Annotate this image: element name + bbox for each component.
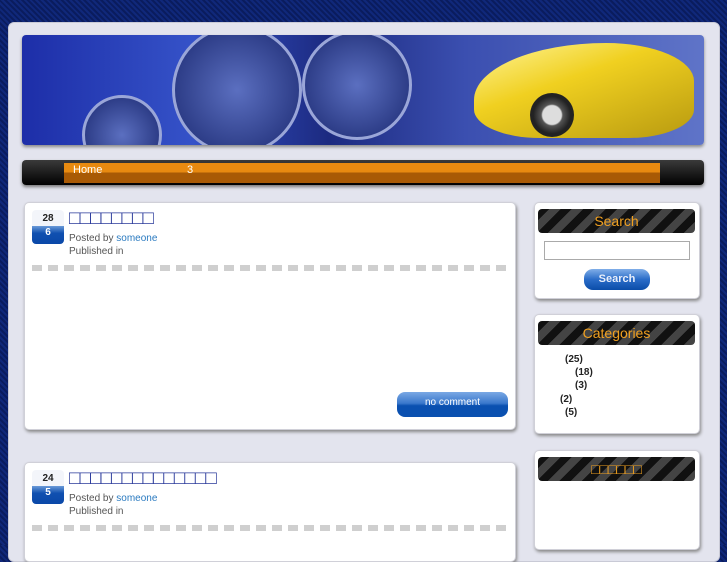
header-banner bbox=[22, 35, 704, 145]
category-count[interactable]: (18) bbox=[575, 367, 593, 378]
post-author-line: Posted by someone bbox=[69, 233, 157, 244]
published-in: Published in bbox=[69, 246, 124, 257]
category-count[interactable]: (25) bbox=[565, 354, 583, 365]
category-count[interactable]: (5) bbox=[565, 407, 577, 418]
post-date: 28 6 bbox=[32, 210, 64, 244]
post-title[interactable]: □□□□□□□□□□□□□□ bbox=[69, 468, 217, 490]
post: 28 6 □□□□□□□□ Posted by someone Published… bbox=[24, 202, 516, 430]
search-input[interactable] bbox=[544, 241, 690, 260]
no-comment-button[interactable]: no comment bbox=[397, 392, 508, 417]
post-author-line: Posted by someone bbox=[69, 493, 157, 504]
nav-bar bbox=[64, 163, 660, 183]
category-count[interactable]: (2) bbox=[560, 394, 572, 405]
car-image bbox=[474, 43, 694, 138]
author-link[interactable]: someone bbox=[116, 493, 157, 504]
posted-by-label: Posted by bbox=[69, 493, 114, 504]
nav-item-3[interactable]: 3 bbox=[187, 164, 193, 176]
category-count[interactable]: (3) bbox=[575, 380, 587, 391]
date-day: 28 bbox=[42, 213, 54, 224]
post-date: 24 5 bbox=[32, 470, 64, 504]
third-widget: □□□□□□ bbox=[534, 450, 700, 550]
post-title[interactable]: □□□□□□□□ bbox=[69, 208, 154, 230]
widget-title: □□□□□□ bbox=[538, 457, 695, 481]
search-button[interactable]: Search bbox=[584, 269, 650, 290]
divider bbox=[32, 525, 508, 531]
gauge-graphic bbox=[82, 95, 162, 145]
widget-title: Categories bbox=[538, 321, 695, 345]
categories-widget: Categories (25) (18) (3) (2) (5) bbox=[534, 314, 700, 434]
author-link[interactable]: someone bbox=[116, 233, 157, 244]
car-wheel bbox=[530, 93, 574, 137]
posted-by-label: Posted by bbox=[69, 233, 114, 244]
date-month: 5 bbox=[32, 486, 64, 504]
post: 24 5 □□□□□□□□□□□□□□ Posted by someone Pub… bbox=[24, 462, 516, 562]
divider bbox=[32, 265, 508, 271]
gauge-graphic bbox=[302, 35, 412, 140]
date-day: 24 bbox=[42, 473, 54, 484]
date-month: 6 bbox=[32, 226, 64, 244]
nav-home[interactable]: Home bbox=[73, 164, 102, 176]
published-in: Published in bbox=[69, 506, 124, 517]
main-nav: Home 3 bbox=[22, 160, 704, 185]
widget-title: Search bbox=[538, 209, 695, 233]
gauge-graphic bbox=[172, 35, 302, 145]
search-widget: Search Search bbox=[534, 202, 700, 299]
